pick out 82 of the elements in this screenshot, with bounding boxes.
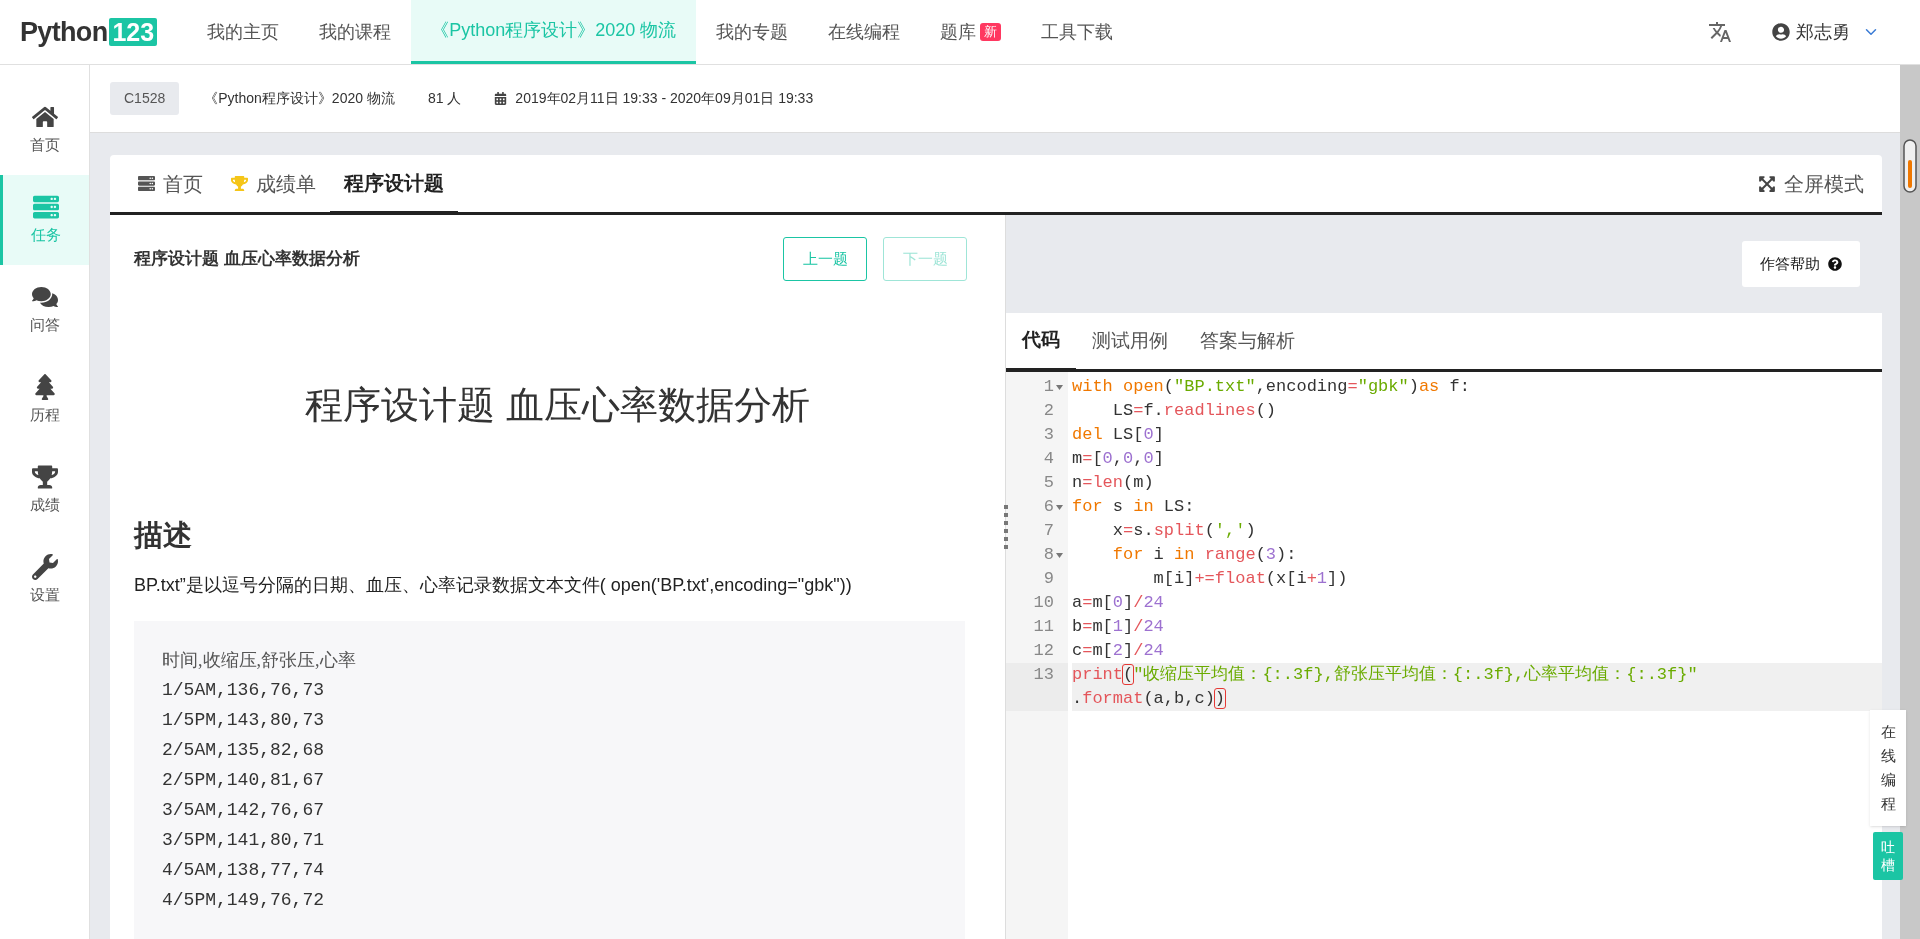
line-number: 9	[1043, 568, 1054, 590]
sidebar-item[interactable]: 设置	[0, 535, 89, 625]
new-badge: 新	[980, 23, 1002, 41]
translate-icon[interactable]	[1708, 20, 1732, 44]
line-number: 2	[1043, 400, 1054, 422]
resize-handle-icon	[1004, 505, 1008, 551]
trophy-icon	[231, 175, 248, 192]
course-name: 《Python程序设计》2020 物流	[204, 89, 395, 108]
code-line: x=s.split(',')	[1111, 520, 1256, 542]
data-line: 3/5PM,141,80,71	[162, 828, 325, 852]
editor-tab[interactable]: 测试用例	[1076, 313, 1184, 369]
nav-item[interactable]: 我的课程	[299, 0, 412, 64]
data-line: 4/5AM,138,77,74	[162, 858, 325, 882]
line-number: 5	[1043, 472, 1054, 494]
data-line: 时间,收缩压,舒张压,心率	[162, 648, 356, 672]
tab[interactable]: 程序设计题	[330, 155, 458, 215]
code-line: for i in range(3):	[1111, 544, 1297, 566]
code-line: with open("BP.txt",encoding="gbk")as f:	[1072, 376, 1470, 398]
data-line: 2/5AM,135,82,68	[162, 738, 325, 762]
user-menu[interactable]: 郑志勇	[1772, 18, 1880, 46]
course-code: C1528	[110, 82, 180, 115]
line-number: 10	[1033, 592, 1054, 614]
user-name: 郑志勇	[1796, 20, 1850, 44]
data-line: 4/5PM,149,76,72	[162, 888, 325, 912]
problem-title: 程序设计题 血压心率数据分析	[305, 383, 810, 428]
help-icon	[1828, 257, 1842, 271]
data-line: 3/5AM,142,76,67	[162, 798, 325, 822]
trophy-icon	[31, 463, 58, 490]
problem-header: 程序设计题 血压心率数据分析	[134, 248, 360, 271]
online-coding-tab[interactable]: 在线编程	[1870, 710, 1906, 826]
line-number: 11	[1033, 616, 1054, 638]
section-heading: 描述	[134, 518, 192, 553]
answer-help-button[interactable]: 作答帮助	[1742, 241, 1860, 287]
code-line: m[i]+=float(x[i+1])	[1152, 568, 1348, 590]
line-number: 4	[1043, 448, 1054, 470]
scrollbar[interactable]	[1900, 65, 1920, 939]
member-count: 81 人	[427, 89, 462, 108]
code-line: c=m[2]/24	[1072, 640, 1164, 662]
code-line: LS=f.readlines()	[1111, 400, 1277, 422]
data-line: 2/5PM,140,81,67	[162, 768, 325, 792]
code-line: m=[0,0,0]	[1072, 448, 1164, 470]
line-number: 3	[1043, 424, 1054, 446]
line-number: 12	[1033, 640, 1054, 662]
sidebar-item[interactable]: 首页	[0, 85, 89, 175]
editor-tab[interactable]: 答案与解析	[1184, 313, 1311, 369]
line-number: 1	[1043, 376, 1054, 398]
line-number: 6	[1043, 496, 1054, 518]
sidebar-item[interactable]: 历程	[0, 355, 89, 445]
line-number: 8	[1043, 544, 1054, 566]
nav-item[interactable]: 在线编程	[808, 0, 921, 64]
line-number: 13	[1033, 664, 1054, 686]
fold-icon[interactable]	[1055, 384, 1063, 390]
code-line: b=m[1]/24	[1072, 616, 1164, 638]
sidebar-item[interactable]: 问答	[0, 265, 89, 355]
tab[interactable]: 成绩单	[217, 155, 330, 212]
fold-icon[interactable]	[1055, 504, 1063, 510]
description-text: BP.txt”是以逗号分隔的日期、血压、心率记录数据文本文件( open('BP.txt',encoding="gbk"))	[134, 573, 853, 597]
code-line: n=len(m)	[1072, 472, 1154, 494]
nav-item[interactable]: 工具下载	[1021, 0, 1134, 64]
line-number: 7	[1043, 520, 1054, 542]
nav-item[interactable]: 我的主页	[187, 0, 300, 64]
course-period: 2019年02月11日 19:33 - 2020年09月01日 19:33	[515, 89, 814, 108]
code-line: print("收缩压平均值：{:.3f},舒张压平均值：{:.3f},心率平均值：{:.3f}"	[1072, 663, 1698, 686]
code-line: for s in LS:	[1072, 496, 1195, 518]
logo[interactable]: Python 123	[0, 0, 188, 64]
code-line: a=m[0]/24	[1072, 592, 1164, 614]
fold-icon[interactable]	[1055, 552, 1063, 558]
code-line: del LS[0]	[1072, 424, 1164, 446]
data-line: 1/5PM,143,80,73	[162, 708, 325, 732]
nav-item[interactable]: 我的专题	[696, 0, 809, 64]
fullscreen-button[interactable]: 全屏模式	[1758, 155, 1868, 212]
nav-item[interactable]: 题库 新	[920, 0, 1022, 64]
code-line: .format(a,b,c))	[1072, 688, 1226, 710]
server-icon	[33, 193, 59, 220]
data-line: 1/5AM,136,76,73	[162, 678, 325, 702]
server-icon	[138, 175, 155, 192]
user-icon	[1772, 23, 1790, 41]
calendar-icon	[494, 92, 508, 105]
expand-icon	[1758, 174, 1776, 193]
tab[interactable]: 首页	[124, 155, 217, 212]
wrench-icon	[31, 553, 58, 580]
sidebar-item[interactable]: 成绩	[0, 445, 89, 535]
